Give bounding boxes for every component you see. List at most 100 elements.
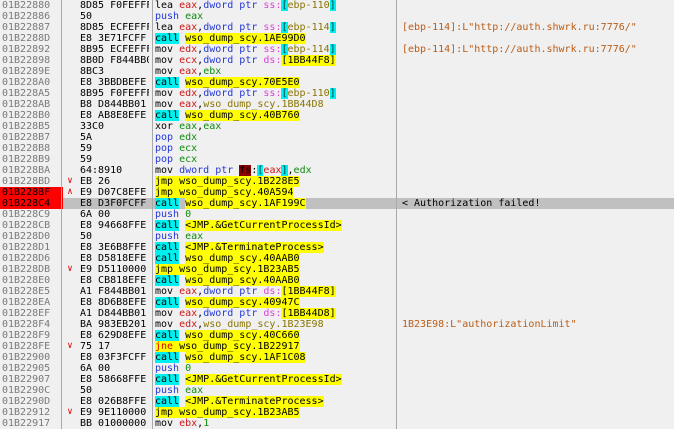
address-cell[interactable]: 01B22900 <box>2 352 60 363</box>
address-cell[interactable]: 01B228FE <box>2 341 60 352</box>
opcode-bytes: E9 9E110000 <box>80 407 149 418</box>
address-cell[interactable]: 01B22912 <box>2 407 60 418</box>
address-cell[interactable]: 01B2290D <box>2 396 60 407</box>
instruction: pop ecx <box>155 154 395 165</box>
disasm-row[interactable]: 01B228F9E8 629D8EFEcall wso_dump_scy.40C… <box>0 330 674 341</box>
address-cell[interactable]: 01B228BD <box>2 176 60 187</box>
disasm-row[interactable]: 01B228B0E8 AB8E8EFEcall wso_dump_scy.40B… <box>0 110 674 121</box>
address-cell[interactable]: 01B228E0 <box>2 275 60 286</box>
address-cell[interactable]: 01B2288D <box>2 33 60 44</box>
instruction: mov ebx,1 <box>155 418 395 429</box>
disasm-row[interactable]: 01B228B959pop ecx <box>0 154 674 165</box>
disasm-row[interactable]: 01B22907E8 58668FFEcall <JMP.&GetCurrent… <box>0 374 674 385</box>
disasm-row[interactable]: 01B2289E8BC3mov eax,ebx <box>0 66 674 77</box>
instruction-token: push <box>155 385 185 396</box>
disasm-row[interactable]: 01B228EAE8 8D6B8EFEcall wso_dump_scy.409… <box>0 297 674 308</box>
address-cell[interactable]: 01B228C9 <box>2 209 60 220</box>
disasm-row[interactable]: 01B228D6E8 D5818EFEcall wso_dump_scy.40A… <box>0 253 674 264</box>
disasm-row[interactable]: 01B228BD∨EB 26jmp wso_dump_scy.1B228E5 <box>0 176 674 187</box>
disasm-row[interactable]: 01B228D1E8 3E6B8FFEcall <JMP.&TerminateP… <box>0 242 674 253</box>
address-cell[interactable]: 01B228D0 <box>2 231 60 242</box>
opcode-bytes: 8B0D F844BB01 <box>80 55 149 66</box>
disasm-row[interactable]: 01B228C4E8 D3F0FCFFcall wso_dump_scy.1AF… <box>0 198 674 209</box>
address-cell[interactable]: 01B228B0 <box>2 110 60 121</box>
address-cell[interactable]: 01B228A0 <box>2 77 60 88</box>
disasm-row[interactable]: 01B2290C50push eax <box>0 385 674 396</box>
instruction-token: <JMP.&GetCurrentProcessId> <box>185 220 342 231</box>
instruction-token: ss: <box>263 44 281 55</box>
address-cell[interactable]: 01B22898 <box>2 55 60 66</box>
instruction-token: push <box>155 11 185 22</box>
disasm-row[interactable]: 01B228878D85 ECFEFFFFlea eax,dword ptr s… <box>0 22 674 33</box>
address-cell[interactable]: 01B22907 <box>2 374 60 385</box>
disasm-row[interactable]: 01B22900E8 03F3FCFFcall wso_dump_scy.1AF… <box>0 352 674 363</box>
disasm-row[interactable]: 01B228808D85 F0FEFFFFlea eax,dword ptr s… <box>0 0 674 11</box>
disasm-row[interactable]: 01B228B533C0xor eax,eax <box>0 121 674 132</box>
disasm-row[interactable]: 01B228A58B95 F0FEFFFFmov edx,dword ptr s… <box>0 88 674 99</box>
disasm-row[interactable]: 01B228988B0D F844BB01mov ecx,dword ptr d… <box>0 55 674 66</box>
disasm-row[interactable]: 01B22912∨E9 9E110000jmp wso_dump_scy.1B2… <box>0 407 674 418</box>
address-cell[interactable]: 01B228CB <box>2 220 60 231</box>
instruction-token: call <box>155 220 179 231</box>
disasm-row[interactable]: 01B228A0E8 3BBDBEFEcall wso_dump_scy.70E… <box>0 77 674 88</box>
address-cell[interactable]: 01B22917 <box>2 418 60 429</box>
disasm-row[interactable]: 01B228E0E8 CB818EFEcall wso_dump_scy.40A… <box>0 275 674 286</box>
disasm-row[interactable]: 01B2288DE8 3E71FCFFcall wso_dump_scy.1AE… <box>0 33 674 44</box>
address-cell[interactable]: 01B228AB <box>2 99 60 110</box>
disassembly-pane[interactable]: 01B228808D85 F0FEFFFFlea eax,dword ptr s… <box>0 0 674 429</box>
disasm-row[interactable]: 01B228DB∨E9 D5110000jmp wso_dump_scy.1B2… <box>0 264 674 275</box>
address-cell[interactable]: 01B228EF <box>2 308 60 319</box>
disasm-row[interactable]: 01B228BF∧E9 D07C8EFEjmp wso_dump_scy.40A… <box>0 187 674 198</box>
disasm-row[interactable]: 01B22917BB 01000000mov ebx,1 <box>0 418 674 429</box>
address-cell[interactable]: 01B22892 <box>2 44 60 55</box>
opcode-bytes: 8D85 ECFEFFFF <box>80 22 149 33</box>
address-cell[interactable]: 01B22880 <box>2 0 60 11</box>
disasm-row[interactable]: 01B2290DE8 026B8FFEcall <JMP.&TerminateP… <box>0 396 674 407</box>
address-cell[interactable]: 01B228F9 <box>2 330 60 341</box>
instruction-token: wso_dump_scy.40C660 <box>185 330 299 341</box>
disasm-row[interactable]: 01B228B75Apop edx <box>0 132 674 143</box>
disasm-row[interactable]: 01B228B859pop ecx <box>0 143 674 154</box>
instruction: call wso_dump_scy.70E5E0 <box>155 77 395 88</box>
address-cell[interactable]: 01B228B5 <box>2 121 60 132</box>
disasm-row[interactable]: 01B228928B95 ECFEFFFFmov edx,dword ptr s… <box>0 44 674 55</box>
disasm-row[interactable]: 01B228F4BA 983EB201mov edx,wso_dump_scy.… <box>0 319 674 330</box>
disasm-row[interactable]: 01B228EFA1 D844BB01mov eax,dword ptr ds:… <box>0 308 674 319</box>
address-cell[interactable]: 01B22905 <box>2 363 60 374</box>
address-cell[interactable]: 01B228E5 <box>2 286 60 297</box>
disasm-row[interactable]: 01B229056A 00push 0 <box>0 363 674 374</box>
address-cell[interactable]: 01B228F4 <box>2 319 60 330</box>
instruction-token: eax <box>203 121 221 132</box>
instruction-token: jne <box>155 341 179 352</box>
address-cell[interactable]: 01B228D6 <box>2 253 60 264</box>
opcode-bytes: E8 8D6B8EFE <box>80 297 149 308</box>
opcode-bytes: 50 <box>80 11 149 22</box>
breakpoint-address-cell[interactable]: 01B228C4 <box>0 198 63 209</box>
disasm-row[interactable]: 01B228CBE8 94668FFEcall <JMP.&GetCurrent… <box>0 220 674 231</box>
instruction-token: ] <box>330 88 336 99</box>
disassembly-rows: 01B228808D85 F0FEFFFFlea eax,dword ptr s… <box>0 0 674 429</box>
address-cell[interactable]: 01B228B7 <box>2 132 60 143</box>
disasm-row[interactable]: 01B228ABB8 D844BB01mov eax,wso_dump_scy.… <box>0 99 674 110</box>
disasm-row[interactable]: 01B228FE∨75 17jne wso_dump_scy.1B22917 <box>0 341 674 352</box>
disasm-row[interactable]: 01B228BA64:8910mov dword ptr fs:[eax],ed… <box>0 165 674 176</box>
address-cell[interactable]: 01B228BA <box>2 165 60 176</box>
address-cell[interactable]: 01B22886 <box>2 11 60 22</box>
instruction-token: jmp <box>155 187 179 198</box>
disasm-row[interactable]: 01B228C96A 00push 0 <box>0 209 674 220</box>
address-cell[interactable]: 01B228DB <box>2 264 60 275</box>
breakpoint-address-cell[interactable]: 01B228BF <box>0 187 63 198</box>
disasm-row[interactable]: 01B228E5A1 F844BB01mov eax,dword ptr ds:… <box>0 286 674 297</box>
address-cell[interactable]: 01B228EA <box>2 297 60 308</box>
address-cell[interactable]: 01B228B8 <box>2 143 60 154</box>
address-cell[interactable]: 01B2290C <box>2 385 60 396</box>
disasm-row[interactable]: 01B228D050push eax <box>0 231 674 242</box>
address-cell[interactable]: 01B228B9 <box>2 154 60 165</box>
instruction-token: call <box>155 33 179 44</box>
address-cell[interactable]: 01B228A5 <box>2 88 60 99</box>
address-cell[interactable]: 01B2289E <box>2 66 60 77</box>
address-cell[interactable]: 01B22887 <box>2 22 60 33</box>
instruction-token: dword ptr <box>203 286 263 297</box>
disasm-row[interactable]: 01B2288650push eax <box>0 11 674 22</box>
address-cell[interactable]: 01B228D1 <box>2 242 60 253</box>
